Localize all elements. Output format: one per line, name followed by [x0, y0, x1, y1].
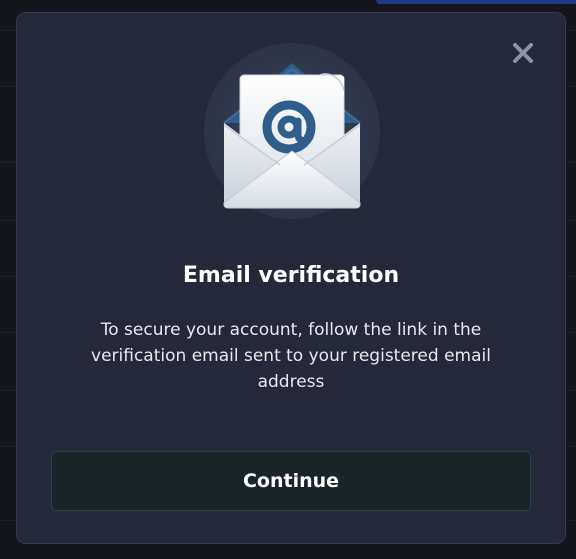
- dialog-message: To secure your account, follow the link …: [91, 320, 491, 392]
- dialog-title: Email verification: [182, 263, 400, 288]
- close-button[interactable]: [511, 41, 535, 65]
- background-accent-bar: [376, 0, 576, 4]
- email-verification-dialog: Email verification To secure your accoun…: [16, 12, 566, 544]
- close-icon: [513, 43, 533, 63]
- continue-button[interactable]: Continue: [51, 451, 531, 511]
- envelope-at-icon: [202, 41, 382, 221]
